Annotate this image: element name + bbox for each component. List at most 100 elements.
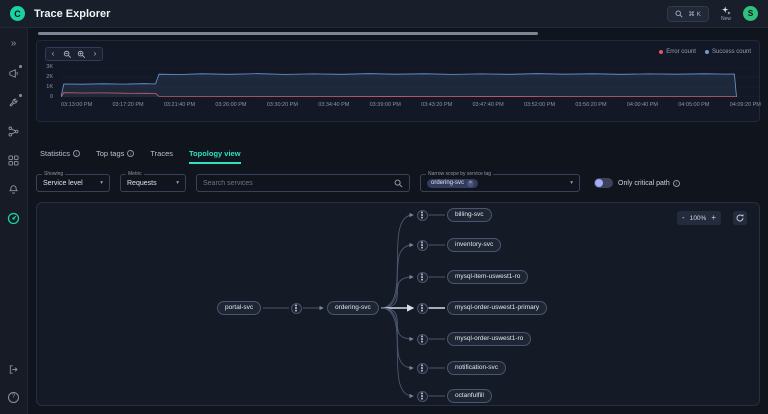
- sidebar-export-button[interactable]: [5, 360, 23, 378]
- chevron-right-icon: ›: [93, 49, 97, 58]
- y-axis-label: 2K: [46, 74, 53, 80]
- topology-panel: portal-svc ordering-svc billing-svc invento…: [36, 202, 760, 406]
- x-axis-label: 03:43:20 PM: [421, 102, 453, 108]
- badge-dot: [19, 65, 22, 68]
- sidebar-item-tracing[interactable]: [5, 209, 23, 227]
- showing-select[interactable]: Showing Service level ▾: [36, 171, 110, 192]
- info-icon: i: [672, 179, 680, 187]
- chevron-down-icon: ▾: [100, 180, 103, 186]
- view-tabs: Statistics i Top tags i Traces Topology …: [40, 148, 241, 164]
- service-node[interactable]: mysql-item-uswest1-ro: [447, 270, 529, 284]
- filters-bar: Showing Service level ▾ Metric Requests …: [36, 171, 760, 192]
- x-axis-label: 04:05:00 PM: [678, 102, 710, 108]
- horizontal-scrollbar-thumb[interactable]: [38, 32, 538, 35]
- critical-path-toggle[interactable]: [594, 178, 613, 188]
- chart-legend: Error count Success count: [659, 49, 751, 55]
- whats-new-button[interactable]: New: [721, 5, 731, 22]
- tab-label: Statistics: [40, 149, 71, 158]
- metric-label: Metric: [126, 171, 144, 177]
- service-node[interactable]: mysql-order-uswest1-ro: [447, 332, 532, 346]
- traffic-chart-panel: ‹ › Error countSuccess count 3K2K1K0: [36, 40, 761, 122]
- service-hop-icon[interactable]: [416, 333, 428, 345]
- reset-view-button[interactable]: [733, 211, 747, 225]
- dots-icon: [295, 307, 297, 309]
- service-hop-icon[interactable]: [290, 302, 302, 314]
- traffic-chart[interactable]: [61, 67, 761, 97]
- zoom-level: 100%: [689, 214, 707, 222]
- service-node[interactable]: inventory-svc: [447, 238, 502, 252]
- sidebar-help-button[interactable]: ?: [5, 388, 23, 406]
- y-axis: 3K 2K 1K 0: [37, 41, 57, 121]
- zoom-in-button[interactable]: +: [711, 212, 716, 224]
- sidebar-item-announcements[interactable]: [5, 64, 23, 82]
- gauge-icon: [7, 212, 20, 224]
- sidebar-item-alerts[interactable]: [5, 180, 23, 198]
- service-node[interactable]: portal-svc: [217, 301, 262, 315]
- service-hop-icon[interactable]: [416, 390, 428, 402]
- megaphone-icon: [9, 68, 18, 78]
- legend-label: Error count: [666, 49, 696, 55]
- badge-dot: [19, 94, 22, 97]
- service-node[interactable]: octanfulfill: [447, 389, 492, 403]
- service-node[interactable]: mysql-order-uswest1-primary: [447, 301, 548, 315]
- sidebar-item-data-flow[interactable]: [5, 122, 23, 140]
- tab-traces[interactable]: Traces: [150, 149, 173, 164]
- grid-icon: [8, 154, 19, 166]
- service-hop-icon[interactable]: [416, 209, 428, 221]
- metric-value: Requests: [127, 179, 157, 187]
- zoom-out-button[interactable]: [60, 48, 74, 60]
- keyboard-shortcut: ⌘ K: [688, 10, 701, 18]
- sidebar-item-setup[interactable]: [5, 93, 23, 111]
- service-node[interactable]: ordering-svc: [327, 301, 379, 315]
- legend-item[interactable]: Success count: [704, 49, 751, 55]
- topology-graph: portal-svc ordering-svc billing-svc invento…: [37, 203, 759, 405]
- x-axis-label: 03:17:20 PM: [112, 102, 144, 108]
- legend-dot-icon: [659, 50, 664, 54]
- service-hop-icon[interactable]: [416, 302, 428, 314]
- y-axis-label: 3K: [46, 64, 53, 70]
- user-avatar[interactable]: S: [743, 6, 758, 21]
- service-hop-icon[interactable]: [416, 362, 428, 374]
- services-search-input[interactable]: [203, 179, 394, 187]
- service-node[interactable]: billing-svc: [447, 208, 492, 222]
- service-hop-icon[interactable]: [416, 271, 428, 283]
- left-sidebar: » ?: [0, 28, 28, 414]
- legend-dot-icon: [704, 50, 709, 54]
- zoom-controls: - 100% +: [677, 211, 721, 225]
- sidebar-expand-button[interactable]: »: [5, 35, 23, 53]
- zoom-out-button[interactable]: -: [682, 212, 685, 224]
- legend-item[interactable]: Error count: [659, 49, 696, 55]
- x-axis-label: 03:47:40 PM: [472, 102, 504, 108]
- dots-icon: [421, 244, 423, 246]
- x-axis-label: 03:26:00 PM: [215, 102, 247, 108]
- sidebar-item-dashboards[interactable]: [5, 151, 23, 169]
- showing-label: Showing: [42, 171, 66, 177]
- nodes-graph-icon: [8, 126, 19, 136]
- showing-value: Service level: [43, 179, 83, 187]
- global-search-button[interactable]: ⌘ K: [667, 5, 709, 22]
- x-axis-label: 03:39:00 PM: [369, 102, 401, 108]
- critical-path-control: Only critical path i: [594, 178, 680, 188]
- tab-statistics[interactable]: Statistics i: [40, 149, 81, 164]
- help-letter: ?: [11, 394, 16, 400]
- dots-icon: [421, 367, 423, 369]
- x-axis-label: 03:52:00 PM: [523, 102, 556, 108]
- wrench-icon: [9, 98, 18, 107]
- service-node[interactable]: notification-svc: [447, 361, 506, 375]
- y-axis-label: 1K: [46, 84, 53, 90]
- scope-chip[interactable]: ordering-svc ×: [427, 178, 479, 188]
- x-axis-label: 03:21:40 PM: [163, 102, 196, 108]
- scope-label: Narrow scope by service tag: [426, 171, 494, 177]
- scope-select[interactable]: Narrow scope by service tag ordering-svc…: [420, 171, 580, 192]
- x-axis-label: 03:13:00 PM: [61, 102, 93, 108]
- services-search-box[interactable]: [196, 174, 410, 192]
- service-hop-icon[interactable]: [416, 239, 428, 251]
- zoom-in-button[interactable]: [74, 48, 88, 60]
- tab-topology-view[interactable]: Topology view: [189, 149, 241, 164]
- tab-label: Top tags: [96, 149, 125, 158]
- remove-chip-icon[interactable]: ×: [467, 179, 475, 187]
- pan-right-button[interactable]: ›: [88, 48, 102, 60]
- tab-top-tags[interactable]: Top tags i: [96, 149, 135, 164]
- metric-select[interactable]: Metric Requests ▾: [120, 171, 186, 192]
- app-logo[interactable]: C: [10, 6, 25, 21]
